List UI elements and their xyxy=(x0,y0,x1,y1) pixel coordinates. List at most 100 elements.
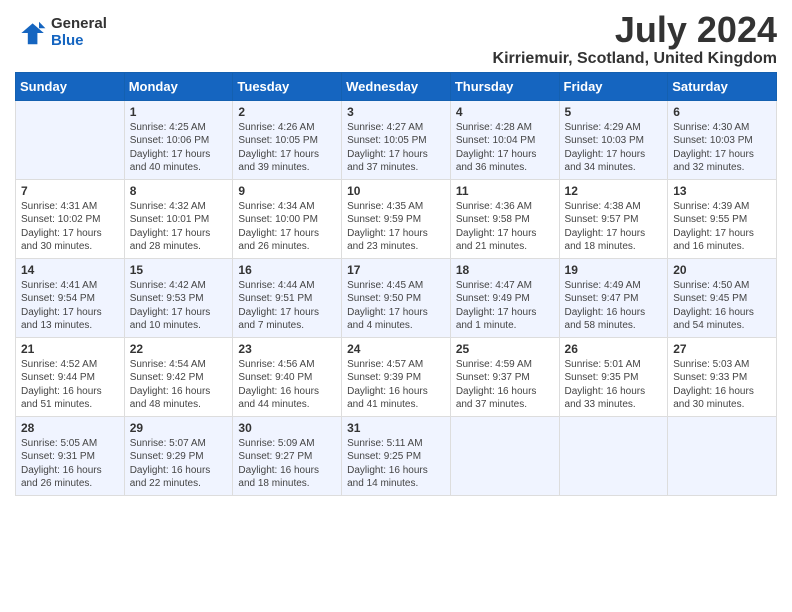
cell-content: Sunrise: 4:25 AM Sunset: 10:06 PM Daylig… xyxy=(130,121,228,175)
cell-content: Sunrise: 4:36 AM Sunset: 9:58 PM Dayligh… xyxy=(456,200,554,254)
day-of-week-header: Monday xyxy=(124,72,233,100)
day-of-week-header: Saturday xyxy=(668,72,777,100)
cell-content: Sunrise: 4:29 AM Sunset: 10:03 PM Daylig… xyxy=(565,121,663,175)
cell-content: Sunrise: 5:07 AM Sunset: 9:29 PM Dayligh… xyxy=(130,437,228,491)
day-number: 15 xyxy=(130,263,228,277)
calendar-cell: 12 Sunrise: 4:38 AM Sunset: 9:57 PM Dayli… xyxy=(559,179,668,258)
calendar-cell: 1 Sunrise: 4:25 AM Sunset: 10:06 PM Dayli… xyxy=(124,100,233,179)
day-number: 2 xyxy=(238,105,336,119)
cell-content: Sunrise: 4:56 AM Sunset: 9:40 PM Dayligh… xyxy=(238,358,336,412)
day-number: 25 xyxy=(456,342,554,356)
calendar-cell: 19Sunrise: 4:49 AM Sunset: 9:47 PM Dayli… xyxy=(559,258,668,337)
calendar-cell: 6 Sunrise: 4:30 AM Sunset: 10:03 PM Dayli… xyxy=(668,100,777,179)
calendar-cell: 4 Sunrise: 4:28 AM Sunset: 10:04 PM Dayli… xyxy=(450,100,559,179)
day-of-week-header: Thursday xyxy=(450,72,559,100)
calendar-week-row: 21 Sunrise: 4:52 AM Sunset: 9:44 PM Dayli… xyxy=(16,337,777,416)
calendar-cell: 16Sunrise: 4:44 AM Sunset: 9:51 PM Dayli… xyxy=(233,258,342,337)
cell-content: Sunrise: 4:38 AM Sunset: 9:57 PM Dayligh… xyxy=(565,200,663,254)
cell-content: Sunrise: 4:27 AM Sunset: 10:05 PM Daylig… xyxy=(347,121,445,175)
calendar-cell: 30 Sunrise: 5:09 AM Sunset: 9:27 PM Dayli… xyxy=(233,416,342,495)
calendar-table: SundayMondayTuesdayWednesdayThursdayFrid… xyxy=(15,72,777,496)
day-number: 30 xyxy=(238,421,336,435)
calendar-cell: 11Sunrise: 4:36 AM Sunset: 9:58 PM Dayli… xyxy=(450,179,559,258)
calendar-cell: 20 Sunrise: 4:50 AM Sunset: 9:45 PM Dayli… xyxy=(668,258,777,337)
calendar-cell: 13 Sunrise: 4:39 AM Sunset: 9:55 PM Dayli… xyxy=(668,179,777,258)
cell-content: Sunrise: 4:57 AM Sunset: 9:39 PM Dayligh… xyxy=(347,358,445,412)
calendar-cell: 2Sunrise: 4:26 AM Sunset: 10:05 PM Dayli… xyxy=(233,100,342,179)
cell-content: Sunrise: 4:28 AM Sunset: 10:04 PM Daylig… xyxy=(456,121,554,175)
calendar-cell: 21 Sunrise: 4:52 AM Sunset: 9:44 PM Dayli… xyxy=(16,337,125,416)
day-number: 9 xyxy=(238,184,336,198)
day-number: 18 xyxy=(456,263,554,277)
calendar-cell: 14Sunrise: 4:41 AM Sunset: 9:54 PM Dayli… xyxy=(16,258,125,337)
cell-content: Sunrise: 4:49 AM Sunset: 9:47 PM Dayligh… xyxy=(565,279,663,333)
cell-content: Sunrise: 4:52 AM Sunset: 9:44 PM Dayligh… xyxy=(21,358,119,412)
day-of-week-header: Tuesday xyxy=(233,72,342,100)
calendar-week-row: 1 Sunrise: 4:25 AM Sunset: 10:06 PM Dayli… xyxy=(16,100,777,179)
day-number: 20 xyxy=(673,263,771,277)
day-number: 26 xyxy=(565,342,663,356)
logo-text: General Blue xyxy=(51,16,107,49)
month-year-title: July 2024 xyxy=(493,10,777,50)
calendar-cell: 29 Sunrise: 5:07 AM Sunset: 9:29 PM Dayli… xyxy=(124,416,233,495)
day-number: 24 xyxy=(347,342,445,356)
day-number: 21 xyxy=(21,342,119,356)
calendar-week-row: 14Sunrise: 4:41 AM Sunset: 9:54 PM Dayli… xyxy=(16,258,777,337)
cell-content: Sunrise: 4:32 AM Sunset: 10:01 PM Daylig… xyxy=(130,200,228,254)
calendar-cell: 9 Sunrise: 4:34 AM Sunset: 10:00 PM Dayli… xyxy=(233,179,342,258)
calendar-cell: 24 Sunrise: 4:57 AM Sunset: 9:39 PM Dayli… xyxy=(342,337,451,416)
cell-content: Sunrise: 4:54 AM Sunset: 9:42 PM Dayligh… xyxy=(130,358,228,412)
day-number: 1 xyxy=(130,105,228,119)
calendar-body: 1 Sunrise: 4:25 AM Sunset: 10:06 PM Dayli… xyxy=(16,100,777,495)
cell-content: Sunrise: 5:03 AM Sunset: 9:33 PM Dayligh… xyxy=(673,358,771,412)
cell-content: Sunrise: 4:44 AM Sunset: 9:51 PM Dayligh… xyxy=(238,279,336,333)
calendar-cell: 3Sunrise: 4:27 AM Sunset: 10:05 PM Dayli… xyxy=(342,100,451,179)
day-number: 22 xyxy=(130,342,228,356)
day-number: 13 xyxy=(673,184,771,198)
day-number: 17 xyxy=(347,263,445,277)
calendar-cell xyxy=(559,416,668,495)
day-number: 14 xyxy=(21,263,119,277)
day-number: 7 xyxy=(21,184,119,198)
day-number: 6 xyxy=(673,105,771,119)
day-number: 4 xyxy=(456,105,554,119)
cell-content: Sunrise: 5:05 AM Sunset: 9:31 PM Dayligh… xyxy=(21,437,119,491)
calendar-cell: 23Sunrise: 4:56 AM Sunset: 9:40 PM Dayli… xyxy=(233,337,342,416)
cell-content: Sunrise: 4:45 AM Sunset: 9:50 PM Dayligh… xyxy=(347,279,445,333)
cell-content: Sunrise: 4:50 AM Sunset: 9:45 PM Dayligh… xyxy=(673,279,771,333)
calendar-cell: 17 Sunrise: 4:45 AM Sunset: 9:50 PM Dayli… xyxy=(342,258,451,337)
day-number: 8 xyxy=(130,184,228,198)
day-number: 31 xyxy=(347,421,445,435)
day-of-week-header: Friday xyxy=(559,72,668,100)
calendar-cell: 26 Sunrise: 5:01 AM Sunset: 9:35 PM Dayli… xyxy=(559,337,668,416)
cell-content: Sunrise: 4:34 AM Sunset: 10:00 PM Daylig… xyxy=(238,200,336,254)
logo: General Blue xyxy=(15,16,107,49)
calendar-header: SundayMondayTuesdayWednesdayThursdayFrid… xyxy=(16,72,777,100)
logo-general-text: General xyxy=(51,16,107,33)
day-of-week-header: Sunday xyxy=(16,72,125,100)
calendar-cell: 7 Sunrise: 4:31 AM Sunset: 10:02 PM Dayli… xyxy=(16,179,125,258)
cell-content: Sunrise: 5:09 AM Sunset: 9:27 PM Dayligh… xyxy=(238,437,336,491)
day-number: 12 xyxy=(565,184,663,198)
day-number: 29 xyxy=(130,421,228,435)
cell-content: Sunrise: 4:47 AM Sunset: 9:49 PM Dayligh… xyxy=(456,279,554,333)
cell-content: Sunrise: 4:39 AM Sunset: 9:55 PM Dayligh… xyxy=(673,200,771,254)
calendar-cell xyxy=(16,100,125,179)
logo-blue-text: Blue xyxy=(51,33,107,50)
days-of-week-row: SundayMondayTuesdayWednesdayThursdayFrid… xyxy=(16,72,777,100)
calendar-cell: 25 Sunrise: 4:59 AM Sunset: 9:37 PM Dayli… xyxy=(450,337,559,416)
cell-content: Sunrise: 5:01 AM Sunset: 9:35 PM Dayligh… xyxy=(565,358,663,412)
calendar-cell: 15 Sunrise: 4:42 AM Sunset: 9:53 PM Dayli… xyxy=(124,258,233,337)
cell-content: Sunrise: 5:11 AM Sunset: 9:25 PM Dayligh… xyxy=(347,437,445,491)
cell-content: Sunrise: 4:35 AM Sunset: 9:59 PM Dayligh… xyxy=(347,200,445,254)
day-of-week-header: Wednesday xyxy=(342,72,451,100)
day-number: 10 xyxy=(347,184,445,198)
calendar-cell: 8 Sunrise: 4:32 AM Sunset: 10:01 PM Dayli… xyxy=(124,179,233,258)
day-number: 5 xyxy=(565,105,663,119)
cell-content: Sunrise: 4:59 AM Sunset: 9:37 PM Dayligh… xyxy=(456,358,554,412)
cell-content: Sunrise: 4:31 AM Sunset: 10:02 PM Daylig… xyxy=(21,200,119,254)
calendar-cell: 28Sunrise: 5:05 AM Sunset: 9:31 PM Dayli… xyxy=(16,416,125,495)
cell-content: Sunrise: 4:30 AM Sunset: 10:03 PM Daylig… xyxy=(673,121,771,175)
calendar-cell: 18 Sunrise: 4:47 AM Sunset: 9:49 PM Dayli… xyxy=(450,258,559,337)
cell-content: Sunrise: 4:42 AM Sunset: 9:53 PM Dayligh… xyxy=(130,279,228,333)
